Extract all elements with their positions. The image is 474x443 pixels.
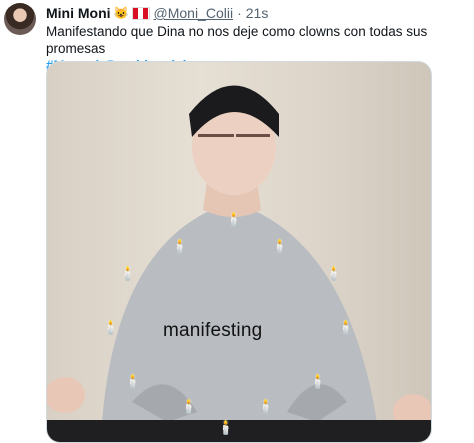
tweet-header: Mini Moni 😺 @Moni_Colii · 21s bbox=[46, 4, 268, 22]
person-illustration bbox=[47, 85, 431, 430]
candle-icon: 🕯️ bbox=[325, 265, 343, 281]
candle-icon: 🕯️ bbox=[124, 373, 142, 389]
tweet-text-line: Manifestando que Dina no nos deje como c… bbox=[46, 24, 428, 56]
candle-icon: 🕯️ bbox=[171, 238, 189, 254]
dot-separator: · bbox=[237, 5, 242, 21]
cat-emoji-icon: 😺 bbox=[113, 6, 129, 20]
meme-caption: manifesting bbox=[163, 320, 263, 341]
floor-shadow bbox=[47, 420, 431, 442]
tweet[interactable]: Mini Moni 😺 @Moni_Colii · 21s Manifestan… bbox=[0, 0, 474, 443]
avatar[interactable] bbox=[4, 3, 36, 35]
author-name[interactable]: Mini Moni bbox=[46, 5, 111, 21]
tweet-image[interactable]: 🕯️ 🕯️ 🕯️ 🕯️ 🕯️ 🕯️ 🕯️ 🕯️ 🕯️ 🕯️ 🕯️ 🕯️ mani… bbox=[46, 61, 432, 443]
candle-icon: 🕯️ bbox=[309, 373, 327, 389]
author-handle[interactable]: @Moni_Colii bbox=[154, 5, 234, 21]
candle-icon: 🕯️ bbox=[102, 319, 120, 335]
candle-icon: 🕯️ bbox=[257, 398, 275, 414]
candle-icon: 🕯️ bbox=[271, 238, 289, 254]
candle-icon: 🕯️ bbox=[337, 319, 355, 335]
timestamp[interactable]: 21s bbox=[246, 5, 269, 21]
candle-icon: 🕯️ bbox=[180, 398, 198, 414]
candle-icon: 🕯️ bbox=[225, 211, 243, 227]
candle-icon: 🕯️ bbox=[119, 265, 137, 281]
peru-flag-icon bbox=[131, 6, 150, 20]
